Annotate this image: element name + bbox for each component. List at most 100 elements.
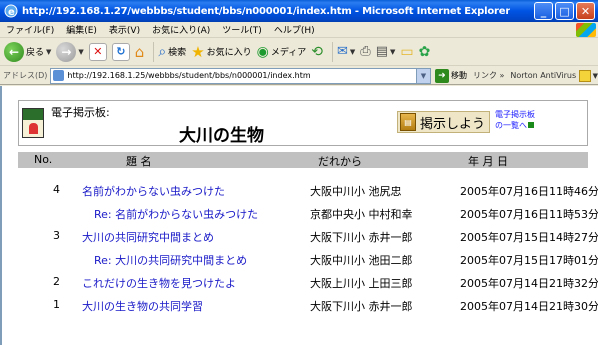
stop-button[interactable]: ✕ — [88, 42, 107, 61]
row-title-link[interactable]: 大川の生き物の共同学習 — [82, 298, 203, 314]
ie-logo-icon: e — [4, 4, 18, 18]
go-label: 移動 — [450, 71, 467, 80]
mail-button[interactable]: ✉ ▼ — [337, 44, 355, 59]
address-label: アドレス(D) — [3, 71, 48, 80]
history-icon: ⟲ — [311, 43, 323, 60]
go-button[interactable]: ➜ 移動 — [434, 68, 467, 83]
chevron-down-icon: ▼ — [389, 47, 396, 56]
header-no: No. — [34, 153, 53, 166]
toolbar: ← 戻る ▼ → ▼ ✕ ↻ ⌂ ⌕ 検索 ★ お気に入り ◉ メディア ⟲ ✉… — [0, 38, 598, 66]
norton-antivirus-icon[interactable] — [579, 69, 591, 82]
row-title-link[interactable]: Re: 大川の共同研究中間まとめ — [94, 252, 247, 268]
menu-bar: ファイル(F) 編集(E) 表示(V) お気に入り(A) ツール(T) ヘルプ(… — [0, 22, 598, 38]
row-author: 大阪下川小 赤井一郎 — [310, 231, 413, 244]
search-button[interactable]: ⌕ 検索 — [158, 44, 186, 60]
row-author: 大阪中川小 池尻忠 — [310, 185, 402, 198]
edit-page-icon: ▤ — [375, 44, 388, 59]
favorites-label: お気に入り — [206, 48, 252, 58]
star-icon: ★ — [191, 42, 205, 61]
print-button[interactable]: ⎙ — [360, 44, 370, 59]
header-date: 年 月 日 — [468, 155, 508, 168]
row-author: 京都中央小 中村和幸 — [310, 208, 413, 221]
folder-button[interactable]: ▭ — [400, 44, 413, 60]
menu-view[interactable]: 表示(V) — [103, 23, 146, 36]
forward-arrow-icon: → — [56, 41, 77, 62]
stop-icon: ✕ — [88, 42, 107, 61]
back-label: 戻る — [26, 48, 45, 58]
chevron-down-icon[interactable]: ▼ — [415, 68, 430, 83]
address-bar: アドレス(D) http://192.168.1.25/webbbs/stude… — [0, 67, 598, 85]
row-date: 2005年07月15日17時01分 — [460, 254, 598, 267]
address-input[interactable]: http://192.168.1.25/webbbs/student/bbs/n… — [50, 67, 431, 84]
board-list-link-line1: 電子掲示板 — [495, 110, 535, 119]
forward-button[interactable]: → ▼ — [56, 41, 84, 62]
row-date: 2005年07月16日11時46分 — [460, 185, 598, 198]
board-list-link[interactable]: 電子掲示板 の一覧へ — [495, 109, 535, 131]
chevron-down-icon[interactable]: ▼ — [593, 72, 598, 80]
menu-edit[interactable]: 編集(E) — [60, 23, 103, 36]
back-button[interactable]: ← 戻る ▼ — [4, 41, 52, 62]
home-button[interactable]: ⌂ — [135, 43, 145, 61]
toolbar-separator — [153, 41, 155, 62]
search-icon: ⌕ — [158, 43, 167, 60]
toolbar-separator — [331, 41, 333, 62]
table-row: Re: 名前がわからない虫みつけた 京都中央小 中村和幸 2005年07月16日… — [18, 203, 598, 226]
maximize-button[interactable]: □ — [555, 2, 574, 20]
row-number: 2 — [53, 275, 60, 288]
browser-window: e http://192.168.1.27/webbbs/student/bbs… — [0, 0, 598, 345]
header-from: だれから — [318, 155, 362, 168]
history-button[interactable]: ⟲ — [311, 44, 323, 60]
refresh-button[interactable]: ↻ — [111, 42, 130, 61]
edit-button[interactable]: ▤ ▼ — [376, 44, 396, 59]
window-title: http://192.168.1.27/webbbs/student/bbs/n… — [22, 5, 511, 17]
close-button[interactable]: ✕ — [576, 2, 595, 20]
table-header: No. 題 名 だれから 年 月 日 — [18, 152, 588, 168]
title-bar: e http://192.168.1.27/webbbs/student/bbs… — [0, 0, 598, 22]
mail-icon: ✉ — [336, 44, 348, 59]
row-title-link[interactable]: 名前がわからない虫みつけた — [82, 183, 225, 199]
media-icon: ◉ — [256, 43, 269, 60]
menu-help[interactable]: ヘルプ(H) — [268, 23, 321, 36]
windows-logo-icon — [576, 23, 596, 37]
links-button[interactable]: リンク » — [473, 70, 504, 81]
table-row: 3 大川の共同研究中間まとめ 大阪下川小 赤井一郎 2005年07月15日14時… — [18, 226, 598, 249]
row-date: 2005年07月16日11時53分 — [460, 208, 598, 221]
board-label: 電子掲示板: — [51, 106, 110, 119]
post-note-icon: ▤ — [400, 113, 416, 131]
message-list: 4 名前がわからない虫みつけた 大阪中川小 池尻忠 2005年07月16日11時… — [18, 180, 598, 318]
back-arrow-icon: ← — [4, 41, 24, 62]
messenger-icon: ✿ — [418, 43, 431, 60]
table-row: Re: 大川の共同研究中間まとめ 大阪中川小 池田二郎 2005年07月15日1… — [18, 249, 598, 272]
media-button[interactable]: ◉ メディア — [257, 44, 307, 60]
header-title: 題 名 — [126, 155, 152, 168]
minimize-button[interactable]: _ — [534, 2, 553, 20]
row-title-link[interactable]: Re: 名前がわからない虫みつけた — [94, 206, 258, 222]
media-label: メディア — [270, 48, 307, 58]
menu-file[interactable]: ファイル(F) — [0, 23, 60, 36]
board-title: 大川の生物 — [179, 126, 264, 146]
row-number: 3 — [53, 229, 60, 242]
post-button[interactable]: ▤ 掲示しよう — [397, 111, 491, 133]
row-title-link[interactable]: これだけの生き物を見つけたよ — [82, 275, 236, 291]
print-icon: ⎙ — [360, 44, 371, 59]
row-title-link[interactable]: 大川の共同研究中間まとめ — [82, 229, 214, 245]
favorites-button[interactable]: ★ お気に入り — [191, 43, 251, 61]
menu-tools[interactable]: ツール(T) — [216, 23, 268, 36]
board-list-link-line2: の一覧へ — [495, 121, 527, 130]
folder-icon: ▭ — [400, 43, 414, 60]
page-icon — [53, 70, 65, 81]
menu-favorites[interactable]: お気に入り(A) — [146, 23, 216, 36]
bulletin-board-icon — [22, 108, 44, 138]
chevron-down-icon: ▼ — [46, 47, 52, 56]
arrow-square-icon — [528, 122, 534, 128]
page-content: 電子掲示板: 大川の生物 ▤ 掲示しよう 電子掲示板 の一覧へ No. 題 名 … — [0, 86, 598, 345]
svg-text:e: e — [8, 7, 15, 18]
board-header: 電子掲示板: 大川の生物 ▤ 掲示しよう 電子掲示板 の一覧へ — [18, 100, 588, 146]
messenger-button[interactable]: ✿ — [419, 44, 431, 60]
table-row: 1 大川の生き物の共同学習 大阪下川小 赤井一郎 2005年07月14日21時3… — [18, 295, 598, 318]
table-row: 2 これだけの生き物を見つけたよ 大阪上川小 上田三郎 2005年07月14日2… — [18, 272, 598, 295]
chevron-down-icon: ▼ — [349, 47, 356, 56]
table-row: 4 名前がわからない虫みつけた 大阪中川小 池尻忠 2005年07月16日11時… — [18, 180, 598, 203]
address-url: http://192.168.1.25/webbbs/student/bbs/n… — [67, 71, 311, 80]
norton-antivirus-label[interactable]: Norton AntiVirus — [510, 71, 576, 80]
